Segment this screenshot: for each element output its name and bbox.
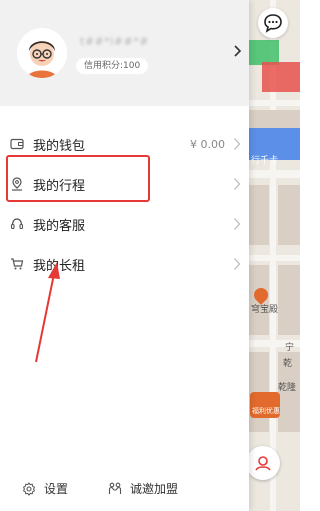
- menu-item-label: 我的长租: [33, 258, 86, 274]
- settings-button[interactable]: 设置: [22, 480, 68, 497]
- chat-button[interactable]: [258, 8, 288, 38]
- chevron-right-icon: [234, 218, 241, 230]
- map-block: [278, 265, 300, 335]
- map-label: 乾隆: [278, 383, 297, 393]
- promo-marker[interactable]: 福利优惠: [250, 392, 280, 418]
- join-franchise-button[interactable]: 诚邀加盟: [108, 480, 178, 497]
- map-label: 行千卡: [251, 156, 279, 166]
- user-nickname: t##*i##*#: [80, 35, 149, 48]
- shopping-cart-icon: [10, 257, 24, 271]
- join-franchise-label: 诚邀加盟: [130, 482, 179, 496]
- menu-item-label: 我的客服: [33, 218, 86, 234]
- avatar[interactable]: [17, 28, 67, 78]
- menu-item-long-rent[interactable]: 我的长租: [0, 244, 249, 284]
- highlight-box: [6, 155, 150, 202]
- gear-icon: [22, 481, 36, 496]
- menu-item-customer-service[interactable]: 我的客服: [0, 204, 249, 244]
- handshake-icon: [108, 482, 122, 494]
- map-block: [249, 185, 269, 245]
- map-zone: [262, 62, 300, 92]
- chat-bubble-icon: [264, 14, 282, 33]
- profile-header[interactable]: t##*i##*# 信用积分:100: [0, 0, 249, 106]
- wallet-balance: ¥ 0.00: [190, 137, 225, 151]
- map-label: 乾: [283, 359, 293, 369]
- chevron-right-icon[interactable]: [233, 44, 243, 58]
- location-person-icon: [255, 456, 271, 471]
- chevron-right-icon: [234, 138, 241, 150]
- drawer-menu: 我的钱包 ¥ 0.00 我的行程 我的客服 我的长租: [0, 124, 249, 284]
- settings-label: 设置: [44, 482, 69, 496]
- wallet-icon: [10, 137, 24, 151]
- map-block: [249, 110, 300, 128]
- promo-marker-label: 福利优惠: [252, 407, 280, 415]
- headset-icon: [10, 217, 24, 231]
- avatar-cartoon-icon: [17, 28, 67, 78]
- map-label: 穹宝殿: [251, 305, 279, 315]
- map-block: [278, 185, 300, 245]
- drawer-footer: 设置 诚邀加盟: [0, 476, 249, 500]
- side-drawer: t##*i##*# 信用积分:100 我的钱包 ¥ 0.00 我的行程 我的客服: [0, 0, 249, 511]
- menu-item-label: 我的钱包: [33, 138, 86, 154]
- credit-score-badge: 信用积分:100: [76, 58, 149, 74]
- chevron-right-icon: [234, 178, 241, 190]
- chevron-right-icon: [234, 258, 241, 270]
- locate-button[interactable]: [246, 446, 280, 480]
- map-label: 宁: [285, 343, 295, 353]
